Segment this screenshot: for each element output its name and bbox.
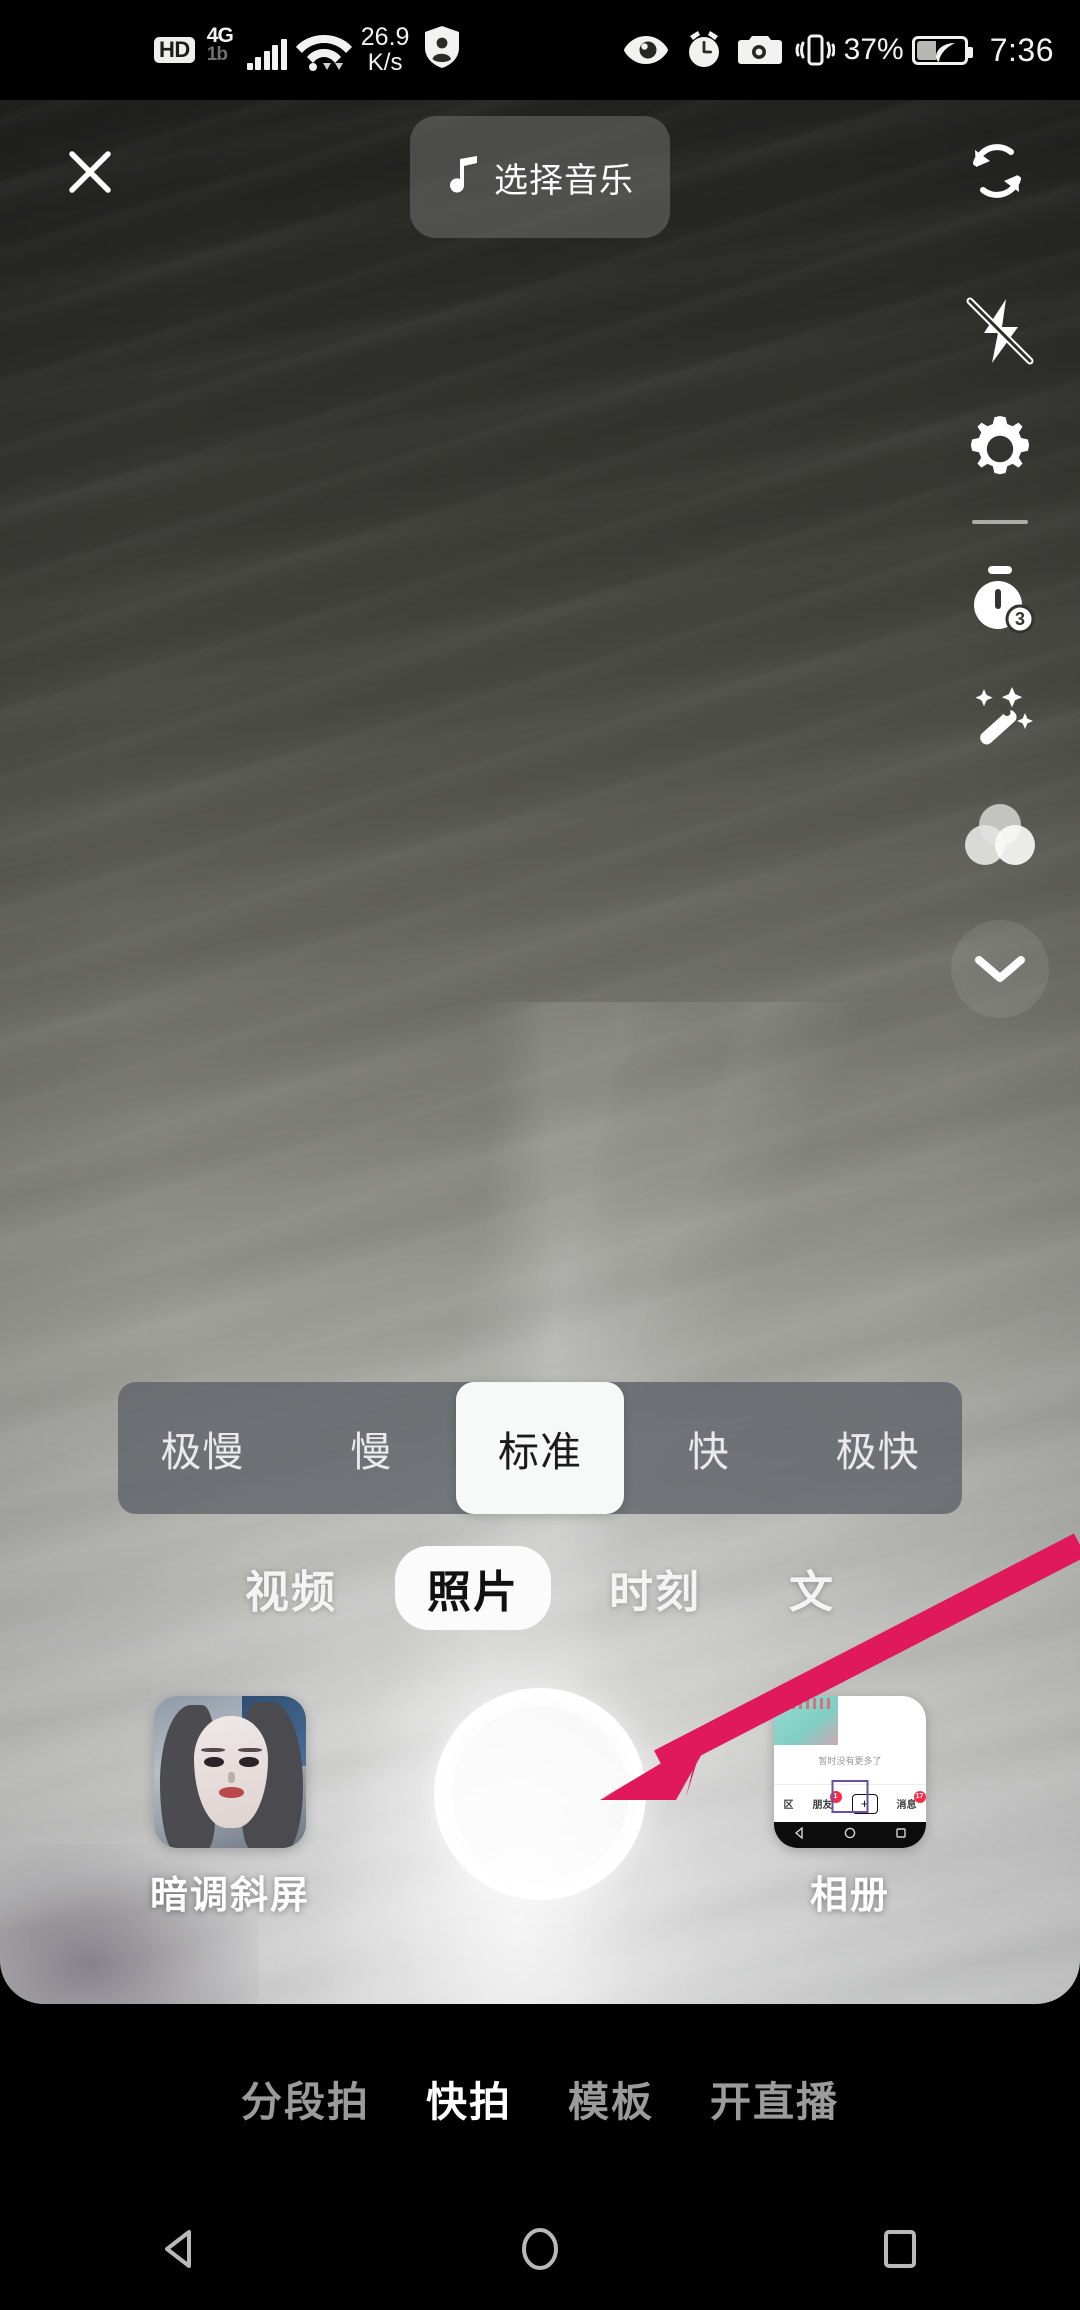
album-nav-left-partial: 区: [783, 1800, 794, 1812]
privacy-shield-icon: [423, 25, 461, 74]
tab-text[interactable]: 文: [759, 1546, 865, 1630]
shutter-button[interactable]: [434, 1688, 646, 1900]
network-speed: 26.9 K/s: [360, 23, 410, 76]
effect-thumbnail-portrait[interactable]: [154, 1696, 306, 1848]
effect-label: 暗调斜屏: [149, 1875, 310, 1917]
tab-video[interactable]: 视频: [215, 1546, 367, 1630]
back-triangle-icon[interactable]: [120, 2204, 240, 2294]
speed-option-very-slow[interactable]: 极慢: [118, 1382, 287, 1514]
network-sub-label: 1b: [206, 43, 228, 65]
portrait-brow-left: [201, 1747, 226, 1753]
hd-badge-icon: HD: [154, 36, 195, 64]
status-bar-clock: 7:36: [989, 31, 1054, 68]
status-bar-right: 37% 7:36: [609, 29, 1054, 71]
camera-options-rail: 3: [920, 272, 1080, 1018]
album-sysnav-back-icon: [793, 1826, 805, 1844]
signal-bar-group: [246, 38, 287, 70]
portrait-nose: [228, 1772, 235, 1783]
eye-icon: [622, 34, 670, 66]
album-thumbnail[interactable]: 暂时没有更多了 区 朋友 1 + 消息 17: [774, 1696, 926, 1848]
network-speed-unit: K/s: [367, 48, 403, 76]
wifi-icon: [293, 27, 355, 73]
album-screenshot-sysnav: [774, 1822, 926, 1848]
bottom-nav: 分段拍 快拍 模板 开直播: [0, 2008, 1080, 2188]
gear-icon[interactable]: [945, 390, 1055, 508]
speed-selector[interactable]: 极慢 慢 标准 快 极快: [118, 1382, 962, 1514]
bottom-nav-template[interactable]: 模板: [568, 2068, 654, 2128]
speed-option-very-fast[interactable]: 极快: [793, 1382, 962, 1514]
album-screenshot-photo: [774, 1696, 838, 1745]
bottom-nav-segmented[interactable]: 分段拍: [241, 2068, 370, 2128]
battery-icon: [911, 35, 973, 65]
bottom-nav-quickshot[interactable]: 快拍: [426, 2068, 512, 2128]
filter-circles-icon[interactable]: [945, 776, 1055, 894]
select-music-button[interactable]: 选择音乐: [410, 116, 670, 238]
vibrate-icon: [795, 31, 835, 69]
power-saving-leaf-icon: [932, 40, 958, 70]
album-sysnav-home-icon: [844, 1826, 856, 1844]
album-tile[interactable]: 暂时没有更多了 区 朋友 1 + 消息 17 相册: [755, 1696, 945, 1919]
recents-square-icon[interactable]: [840, 2204, 960, 2294]
top-toolbar: 选择音乐: [0, 108, 1080, 238]
portrait-lips: [219, 1787, 244, 1798]
tab-moment[interactable]: 时刻: [579, 1546, 731, 1630]
album-screenshot: 暂时没有更多了 区 朋友 1 + 消息 17: [774, 1696, 926, 1848]
alarm-clock-icon: [683, 29, 725, 71]
close-icon[interactable]: [58, 140, 122, 204]
camera-icon: [737, 33, 782, 67]
speed-option-fast[interactable]: 快: [624, 1382, 793, 1514]
network-speed-value: 26.9: [360, 23, 410, 52]
tab-photo[interactable]: 照片: [395, 1546, 551, 1630]
album-nav-messages-badge: 17: [913, 1791, 926, 1804]
capture-controls-row: 暗调斜屏 暂时没有更多了 区 朋友 1 + 消息 17 相册: [0, 1682, 1080, 2002]
phone-screen: HD 4G 1b 26.9 K/s 37% 7:36 选择音乐 3 极慢 慢 标…: [0, 0, 1080, 2310]
album-label: 相册: [809, 1875, 890, 1917]
svg-text:3: 3: [1015, 609, 1025, 629]
status-bar-left: HD 4G 1b 26.9 K/s: [154, 23, 461, 76]
camera-flip-icon[interactable]: [960, 134, 1034, 208]
music-note-icon: [446, 155, 480, 200]
flash-off-icon[interactable]: [945, 272, 1055, 390]
album-nav-friends-label: 朋友: [812, 1800, 833, 1812]
album-nav-messages: 消息 17: [896, 1791, 926, 1812]
magic-wand-icon[interactable]: [945, 658, 1055, 776]
capture-mode-tabs: 视频 照片 时刻 文: [0, 1534, 1080, 1642]
portrait-brow-right: [237, 1747, 262, 1753]
timer-icon[interactable]: 3: [945, 540, 1055, 658]
album-sysnav-recents-icon: [895, 1826, 907, 1844]
battery-percent-label: 37%: [843, 33, 904, 66]
select-music-label: 选择音乐: [494, 161, 634, 200]
speed-option-standard[interactable]: 标准: [455, 1382, 625, 1514]
album-nav-messages-label: 消息: [896, 1800, 917, 1812]
android-navigation-bar: [0, 2188, 1080, 2310]
bottom-nav-golive[interactable]: 开直播: [710, 2068, 839, 2128]
speed-option-slow[interactable]: 慢: [287, 1382, 456, 1514]
status-bar: HD 4G 1b 26.9 K/s 37% 7:36: [0, 0, 1080, 100]
effect-tile[interactable]: 暗调斜屏: [135, 1696, 325, 1919]
album-empty-text: 暂时没有更多了: [818, 1755, 882, 1766]
signal-bars-icon: 4G 1b: [205, 24, 287, 74]
album-highlight-box: [831, 1779, 869, 1813]
rail-divider: [972, 520, 1028, 524]
album-nav-friends: 朋友 1: [812, 1791, 842, 1812]
home-circle-icon[interactable]: [480, 2204, 600, 2294]
chevron-down-icon[interactable]: [951, 920, 1049, 1018]
